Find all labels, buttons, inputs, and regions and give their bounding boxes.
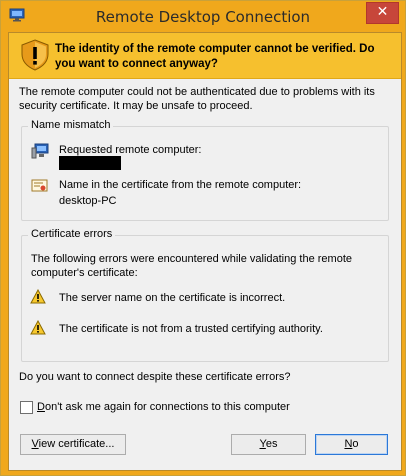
error-item: The certificate is not from a trusted ce… [59,323,323,335]
warning-icon [30,289,46,304]
warning-banner: The identity of the remote computer cann… [9,33,401,79]
window-title: Remote Desktop Connection [95,8,311,26]
dialog-body: The identity of the remote computer cann… [8,32,402,471]
close-button[interactable]: ✕ [366,2,399,24]
certificate-errors-heading: Certificate errors [28,228,116,240]
dont-ask-again-label[interactable]: Don't ask me again for connections to th… [37,401,290,413]
certificate-name-label: Name in the certificate from the remote … [59,179,302,191]
connect-question: Do you want to connect despite these cer… [19,371,291,383]
computer-icon [31,143,49,159]
error-item: The server name on the certificate is in… [59,292,286,304]
title-bar[interactable]: Remote Desktop Connection ✕ [1,1,405,32]
no-button[interactable]: No [315,434,388,455]
certificate-icon [31,179,48,192]
close-icon: ✕ [376,4,389,20]
certificate-errors-description: The following errors were encountered wh… [31,253,353,279]
view-certificate-button[interactable]: View certificate... [20,434,126,455]
yes-button[interactable]: Yes [231,434,306,455]
certificate-name-value: desktop-PC [59,195,117,207]
requested-computer-label: Requested remote computer: [59,144,202,156]
intro-text: The remote computer could not be authent… [19,86,375,112]
certificate-errors-group: Certificate errors The following errors … [21,228,389,362]
dont-ask-again-checkbox[interactable] [20,401,33,414]
dialog-window: Remote Desktop Connection ✕ The identity… [0,0,406,476]
shield-warning-icon [21,39,49,71]
banner-message: The identity of the remote computer cann… [55,43,375,70]
warning-icon [30,320,46,335]
redacted-computer-name [59,156,121,170]
name-mismatch-heading: Name mismatch [28,119,114,131]
name-mismatch-group: Name mismatch Requested remote computer:… [21,119,389,221]
